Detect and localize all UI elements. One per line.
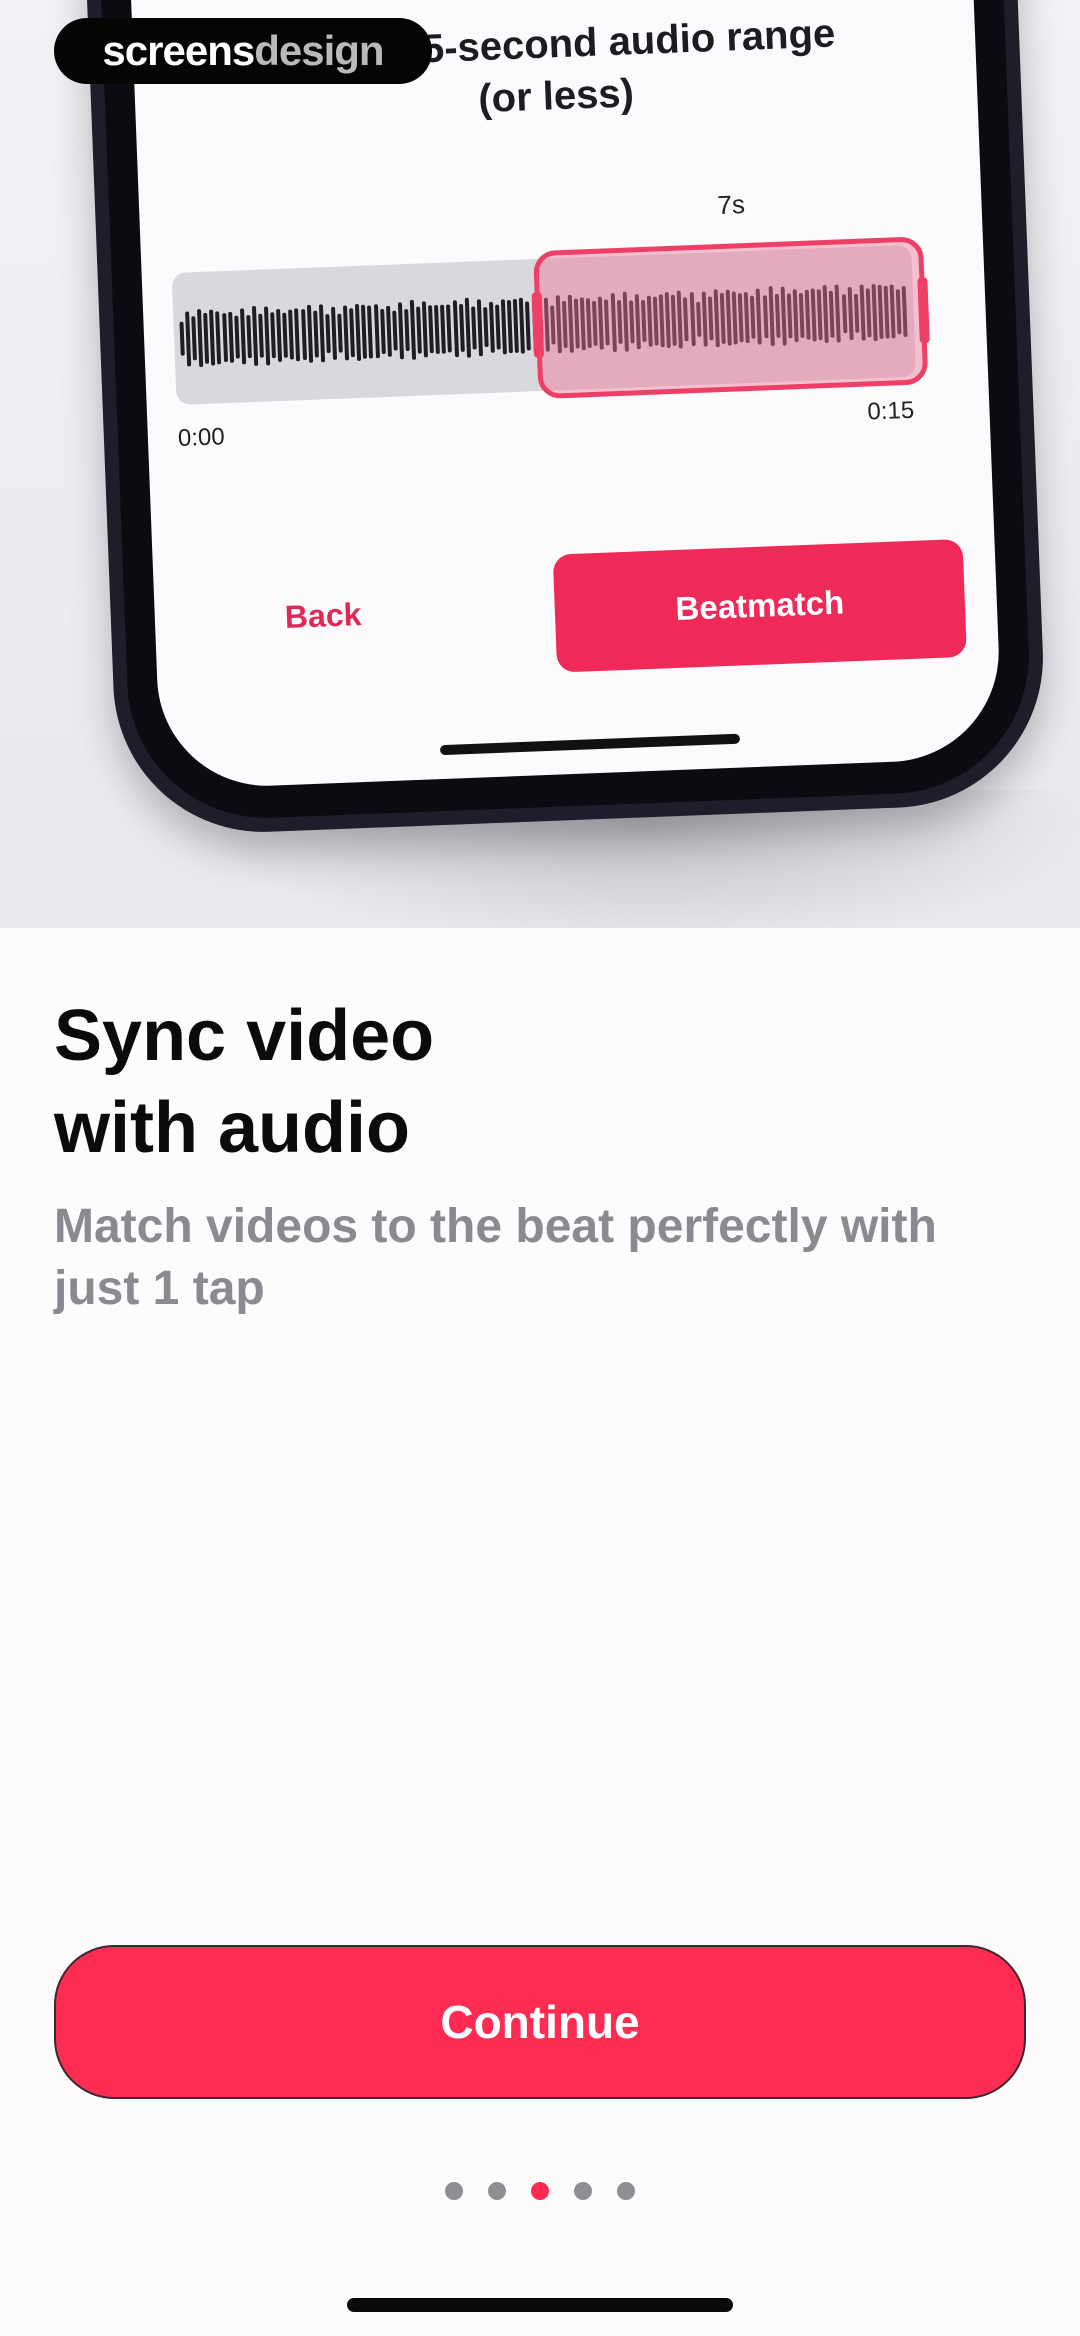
waveform-bar [367,304,374,359]
waveform-bar [337,313,343,353]
waveform-bar [264,305,271,366]
waveform-bar [227,311,234,363]
waveform-bar [306,304,313,363]
waveform-bar [221,312,228,362]
waveform-bar [464,297,471,358]
waveform-bar [343,304,350,361]
waveform-bar [391,310,398,351]
waveform-bar [203,312,210,364]
waveform-bar [185,310,192,367]
waveform-bar [233,315,240,359]
continue-button[interactable]: Continue [54,1945,1026,2099]
phone-bezel: Pick a 35-second audio range (or less) 7… [99,0,1035,823]
waveform-bar [440,304,447,354]
waveform-bar [470,305,477,350]
beatmatch-button: Beatmatch [552,538,967,673]
waveform-bar [325,313,331,353]
waveform-bar [215,310,222,364]
waveform-bar [476,298,483,356]
phone-screen: Pick a 35-second audio range (or less) 7… [129,0,1003,790]
waveform-selection [531,236,930,400]
time-end-label: 0:15 [866,396,915,426]
waveform-bar [197,308,204,368]
page-subtitle: Match videos to the beat perfectly with … [54,1200,937,1315]
waveform-bar [397,301,404,359]
waveform-bar [318,304,325,363]
waveform-bar [258,313,264,358]
selection-handle-right [917,277,930,344]
screensdesign-watermark: screens design [54,18,432,84]
page-dot [488,2182,506,2200]
watermark-text-screens: screens [102,27,255,74]
page-dot [445,2182,463,2200]
waveform-bar [379,308,386,354]
waveform-bar [282,312,289,358]
waveform-bar [209,309,216,366]
pagination-dots [0,2182,1080,2200]
waveform-bar [519,297,526,354]
waveform-bar [416,306,422,354]
waveform-bar [373,304,380,359]
waveform-bar [483,307,489,348]
hero-illustration: Pick a 35-second audio range (or less) 7… [0,0,1080,928]
watermark-text-design: design [254,27,384,74]
waveform-bar [251,305,259,366]
waveform-bar [500,298,508,354]
time-start-label: 0:00 [177,423,226,452]
waveform-bar [312,310,319,358]
waveform-bar [428,305,435,354]
waveform-bar [434,304,441,354]
waveform-bar [507,299,514,353]
home-indicator [347,2298,733,2312]
waveform-bar [191,316,198,361]
waveform-bar [513,298,520,353]
waveform-bar [239,308,246,365]
waveform-bar [446,304,453,353]
waveform-bar [452,299,459,357]
selection-duration-label: 7s [716,189,746,221]
page-dot [617,2182,635,2200]
waveform-bar [330,306,337,360]
mockup-home-indicator [439,733,741,756]
waveform-bar [294,307,301,361]
back-button: Back [284,596,363,635]
phone-mockup: Pick a 35-second audio range (or less) 7… [85,0,1049,838]
waveform-bar [495,304,501,350]
selection-handle-left [531,291,545,359]
waveform-bar [246,314,252,358]
page-title: Sync video with audio [54,996,435,1168]
waveform-bar [525,300,532,351]
waveform-bar [409,299,417,360]
waveform-bar [270,312,277,359]
waveform-bar [458,303,465,353]
waveform-bar [179,321,185,356]
waveform-bar [385,305,392,357]
page-dot-active [531,2182,549,2200]
waveform-bar [404,309,410,352]
waveform-bar [276,308,283,362]
waveform-bar [349,307,356,357]
waveform-bar [361,304,368,359]
waveform-bar [288,309,295,360]
waveform-bar [488,301,495,353]
page-dot [574,2182,592,2200]
waveform-bar [300,308,307,360]
waveform-bar [422,301,429,358]
waveform-bar [355,303,362,361]
